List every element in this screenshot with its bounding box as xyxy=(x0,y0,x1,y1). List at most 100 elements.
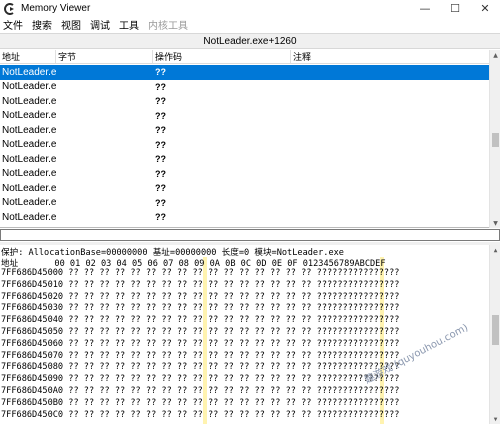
row-opcode: ?? xyxy=(155,183,166,194)
command-input[interactable] xyxy=(0,229,500,241)
hex-row-address: 7FF686D45030 xyxy=(1,303,64,314)
disassembler-column-header: 地址 字节 操作码 注释 xyxy=(0,50,489,64)
disassembler-row[interactable]: NotLeader.e>?? xyxy=(0,65,489,80)
hex-row-ascii: ???????????????? xyxy=(316,291,400,302)
row-opcode: ?? xyxy=(155,96,166,107)
cheat-engine-icon xyxy=(3,2,17,16)
hex-row-bytes: ?? ?? ?? ?? ?? ?? ?? ?? ?? ?? ?? ?? ?? ?… xyxy=(68,350,312,361)
hex-row[interactable]: 7FF686D45020 ?? ?? ?? ?? ?? ?? ?? ?? ?? … xyxy=(1,292,490,303)
menu-file[interactable]: 文件 xyxy=(3,17,23,32)
hex-row[interactable]: 7FF686D45010 ?? ?? ?? ?? ?? ?? ?? ?? ?? … xyxy=(1,280,490,291)
row-address: NotLeader.e> xyxy=(2,168,56,180)
hex-row-address: 7FF686D45060 xyxy=(1,338,64,349)
hex-row-address: 7FF686D45040 xyxy=(1,315,64,326)
row-address: NotLeader.e> xyxy=(2,95,56,107)
column-bytes[interactable]: 字节 xyxy=(56,50,153,63)
hex-row-bytes: ?? ?? ?? ?? ?? ?? ?? ?? ?? ?? ?? ?? ?? ?… xyxy=(68,362,312,373)
row-address: NotLeader.e> xyxy=(2,211,56,223)
hex-row-ascii: ???????????????? xyxy=(316,279,400,290)
hex-row-ascii: ???????????????? xyxy=(316,327,400,337)
column-comment[interactable]: 注释 xyxy=(291,50,489,63)
row-address: NotLeader.e> xyxy=(2,81,56,93)
hex-row-bytes: ?? ?? ?? ?? ?? ?? ?? ?? ?? ?? ?? ?? ?? ?… xyxy=(68,409,312,420)
hex-row-bytes: ?? ?? ?? ?? ?? ?? ?? ?? ?? ?? ?? ?? ?? ?… xyxy=(68,338,312,349)
hex-scroll-up-icon[interactable]: ▲ xyxy=(490,245,500,255)
scroll-up-icon[interactable]: ▲ xyxy=(490,50,500,60)
row-opcode: ?? xyxy=(155,212,166,223)
hex-row[interactable]: 7FF686D450A0 ?? ?? ?? ?? ?? ?? ?? ?? ?? … xyxy=(1,386,490,397)
scroll-down-icon[interactable]: ▼ xyxy=(490,218,500,228)
maximize-button[interactable]: ☐ xyxy=(440,0,470,17)
minimize-button[interactable]: — xyxy=(410,0,440,17)
disassembler-row[interactable]: NotLeader.e>?? xyxy=(0,109,489,124)
disassembler-scrollbar[interactable]: ▲ ▼ xyxy=(489,50,500,228)
hex-row[interactable]: 7FF686D450B0 ?? ?? ?? ?? ?? ?? ?? ?? ?? … xyxy=(1,398,490,409)
row-opcode: ?? xyxy=(155,154,166,165)
column-opcode[interactable]: 操作码 xyxy=(153,50,291,63)
column-address[interactable]: 地址 xyxy=(0,50,56,63)
address-header: NotLeader.exe+1260 xyxy=(0,33,500,49)
row-opcode: ?? xyxy=(155,197,166,208)
hex-scrollbar[interactable]: ▲ ▼ xyxy=(489,245,500,424)
disassembler-row[interactable]: NotLeader.e>?? xyxy=(0,80,489,95)
hex-row-ascii: ???????????????? xyxy=(316,397,400,408)
scroll-thumb[interactable] xyxy=(492,133,499,147)
hex-row[interactable]: 7FF686D45090 ?? ?? ?? ?? ?? ?? ?? ?? ?? … xyxy=(1,374,490,385)
hex-row-address: 7FF686D45090 xyxy=(1,374,64,385)
row-address: NotLeader.e> xyxy=(2,139,56,151)
row-opcode: ?? xyxy=(155,81,166,92)
hex-row[interactable]: 7FF686D45040 ?? ?? ?? ?? ?? ?? ?? ?? ?? … xyxy=(1,315,490,326)
hex-row-address: 7FF686D45020 xyxy=(1,291,64,302)
hex-row-ascii: ???????????????? xyxy=(316,315,400,326)
menu-view[interactable]: 视图 xyxy=(61,17,81,32)
hex-row-ascii: ???????????????? xyxy=(316,409,400,420)
close-button[interactable]: ✕ xyxy=(470,0,500,17)
hex-row[interactable]: 7FF686D45030 ?? ?? ?? ?? ?? ?? ?? ?? ?? … xyxy=(1,303,490,314)
hex-row-address: 7FF686D450A0 xyxy=(1,386,64,396)
disassembler-row[interactable]: NotLeader.e>?? xyxy=(0,210,489,225)
hex-scroll-thumb[interactable] xyxy=(492,315,499,345)
disassembler-row[interactable]: NotLeader.e>?? xyxy=(0,152,489,167)
row-opcode: ?? xyxy=(155,168,166,179)
hex-row-ascii: ???????????????? xyxy=(316,303,400,314)
hex-row-address: 7FF686D45050 xyxy=(1,327,64,337)
disassembler-row[interactable]: NotLeader.e>?? xyxy=(0,123,489,138)
hex-view[interactable]: 保护: AllocationBase=00000000 基址=00000000 … xyxy=(0,245,500,424)
hex-row[interactable]: 7FF686D45000 ?? ?? ?? ?? ?? ?? ?? ?? ?? … xyxy=(1,268,490,279)
row-opcode: ?? xyxy=(155,110,166,121)
hex-row[interactable]: 7FF686D45050 ?? ?? ?? ?? ?? ?? ?? ?? ?? … xyxy=(1,327,490,338)
hex-scroll-down-icon[interactable]: ▼ xyxy=(490,414,500,424)
hex-row-ascii: ???????????????? xyxy=(316,338,400,349)
menu-search[interactable]: 搜索 xyxy=(32,17,52,32)
hex-row-address: 7FF686D45070 xyxy=(1,350,64,361)
hex-row-bytes: ?? ?? ?? ?? ?? ?? ?? ?? ?? ?? ?? ?? ?? ?… xyxy=(68,397,312,408)
hex-row-bytes: ?? ?? ?? ?? ?? ?? ?? ?? ?? ?? ?? ?? ?? ?… xyxy=(68,303,312,314)
disassembler-row[interactable]: NotLeader.e>?? xyxy=(0,196,489,211)
menu-kernel-tools: 内核工具 xyxy=(148,21,188,32)
row-address: NotLeader.e> xyxy=(2,124,56,136)
disassembler-view[interactable]: 地址 字节 操作码 注释 NotLeader.e>??NotLeader.e>?… xyxy=(0,50,500,228)
disassembler-row[interactable]: NotLeader.e>?? xyxy=(0,181,489,196)
hex-row-address: 7FF686D45080 xyxy=(1,362,64,373)
hex-row[interactable]: 7FF686D450C0 ?? ?? ?? ?? ?? ?? ?? ?? ?? … xyxy=(1,410,490,421)
row-address: NotLeader.e> xyxy=(2,153,56,165)
menu-debug[interactable]: 调试 xyxy=(90,17,110,32)
hex-row-address: 7FF686D450B0 xyxy=(1,397,64,408)
row-address: NotLeader.e> xyxy=(2,197,56,209)
hex-row-ascii: ???????????????? xyxy=(316,386,400,396)
disassembler-row[interactable]: NotLeader.e>?? xyxy=(0,138,489,153)
hex-row-ascii: ???????????????? xyxy=(316,268,400,278)
disassembler-rows: NotLeader.e>??NotLeader.e>??NotLeader.e>… xyxy=(0,65,489,225)
hex-row-bytes: ?? ?? ?? ?? ?? ?? ?? ?? ?? ?? ?? ?? ?? ?… xyxy=(68,268,312,278)
menu-bar: 文件 搜索 视图 调试 工具 内核工具 xyxy=(0,17,500,32)
disassembler-row[interactable]: NotLeader.e>?? xyxy=(0,94,489,109)
row-opcode: ?? xyxy=(155,139,166,150)
hex-row[interactable]: 7FF686D45080 ?? ?? ?? ?? ?? ?? ?? ?? ?? … xyxy=(1,362,490,373)
hex-row-bytes: ?? ?? ?? ?? ?? ?? ?? ?? ?? ?? ?? ?? ?? ?… xyxy=(68,291,312,302)
row-address: NotLeader.e> xyxy=(2,66,56,78)
disassembler-row[interactable]: NotLeader.e>?? xyxy=(0,167,489,182)
window-controls: — ☐ ✕ xyxy=(410,0,500,17)
hex-row-address: 7FF686D45000 xyxy=(1,268,64,278)
menu-tools[interactable]: 工具 xyxy=(119,17,139,32)
hex-row-address: 7FF686D450C0 xyxy=(1,409,64,420)
